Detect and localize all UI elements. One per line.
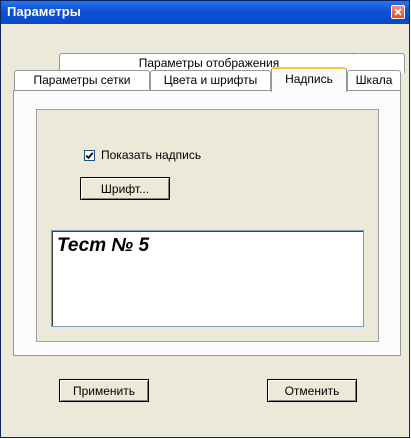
show-caption-label: Показать надпись (101, 148, 202, 162)
caption-group: Показать надпись Шрифт... Тест № 5 (36, 109, 379, 342)
close-icon (394, 8, 402, 16)
cancel-button[interactable]: Отменить (267, 379, 357, 402)
close-button[interactable] (391, 5, 405, 19)
tab-caption[interactable]: Надпись (271, 67, 347, 92)
tab-scale[interactable]: Шкала (347, 70, 401, 91)
caption-preview-text: Тест № 5 (57, 235, 150, 256)
font-button-label: Шрифт... (100, 181, 150, 196)
caption-tab-panel: Показать надпись Шрифт... Тест № 5 (13, 90, 401, 356)
tab-label: Надпись (285, 72, 333, 86)
tab-grid-params[interactable]: Параметры сетки (14, 70, 150, 91)
show-caption-checkbox[interactable] (84, 149, 95, 161)
apply-button-label: Применить (72, 383, 135, 398)
caption-text-box[interactable]: Тест № 5 (51, 230, 364, 327)
checkmark-icon (85, 151, 94, 159)
apply-button[interactable]: Применить (59, 379, 149, 402)
tab-label: Шкала (355, 73, 393, 87)
cancel-button-label: Отменить (284, 383, 340, 398)
tab-colors-fonts[interactable]: Цвета и шрифты (150, 70, 271, 91)
window-title: Параметры (7, 4, 81, 19)
title-bar[interactable]: Параметры (1, 1, 409, 24)
tab-label: Параметры отображения (138, 56, 280, 70)
tab-label: Параметры сетки (33, 73, 131, 87)
show-caption-row[interactable]: Показать надпись (84, 148, 201, 162)
font-button[interactable]: Шрифт... (80, 177, 170, 200)
tab-label: Цвета и шрифты (163, 73, 258, 87)
parameters-dialog: Параметры Параметры отображения Параметр… (0, 0, 410, 438)
